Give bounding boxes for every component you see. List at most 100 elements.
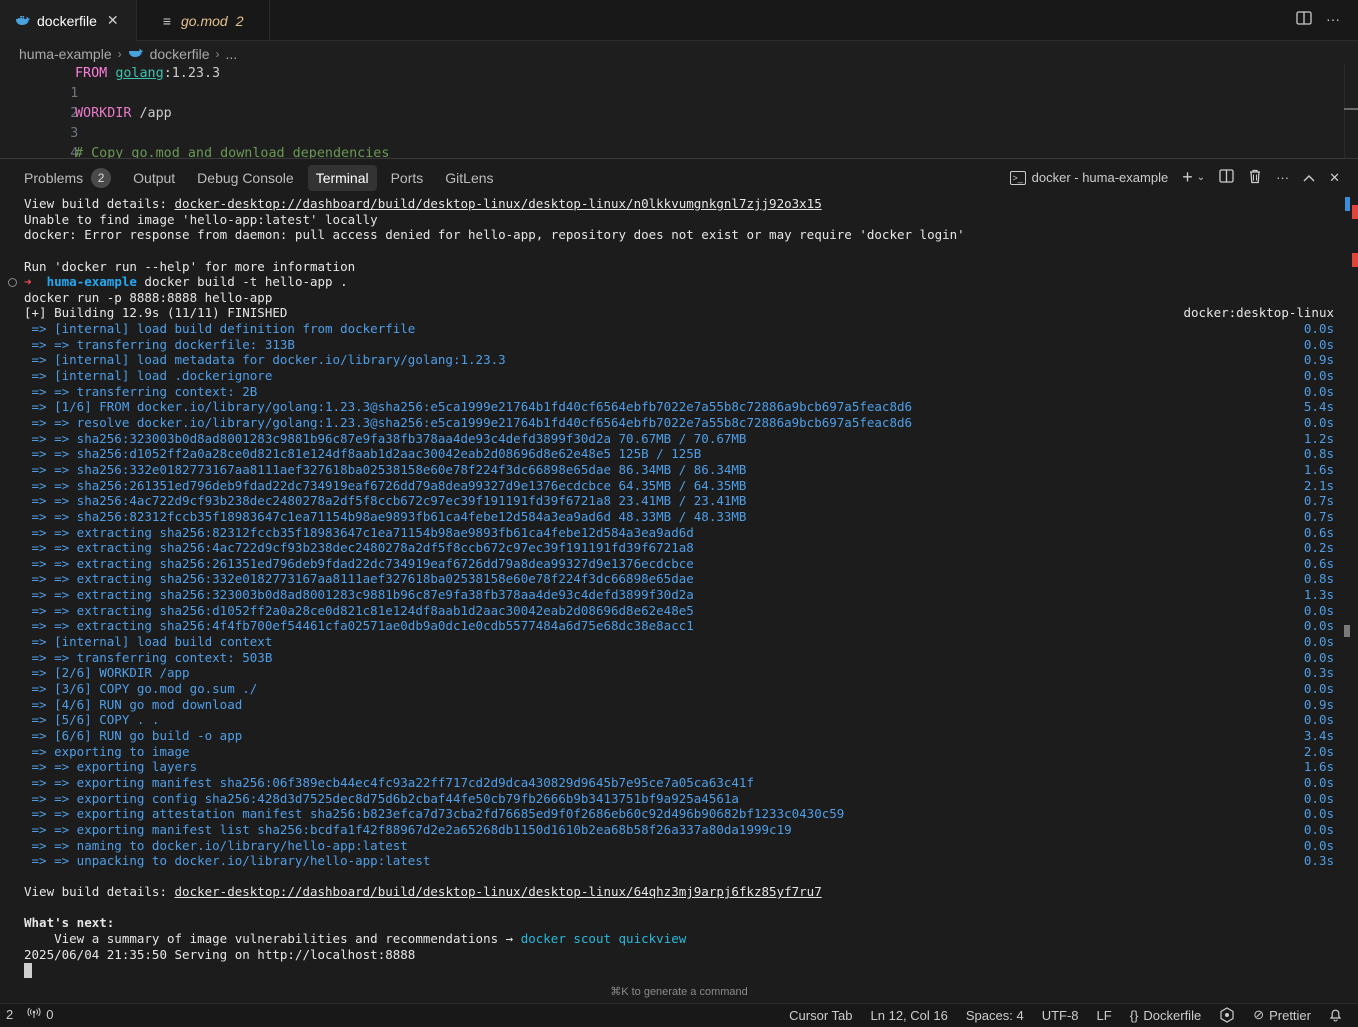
build-step-text: => => extracting sha256:4ac722d9cf93b238… [24, 540, 694, 556]
terminal-line: What's next: [24, 915, 115, 930]
build-step-time: 0.0s [1303, 367, 1334, 383]
build-step-line: => => transferring dockerfile: 313B 0.0s [24, 337, 1334, 353]
breadcrumb-ellipsis[interactable]: ... [226, 46, 238, 62]
braces-icon: {} [1129, 1007, 1139, 1023]
tab-debug-console[interactable]: Debug Console [189, 165, 302, 191]
generate-command-hint: ⌘K to generate a command [610, 986, 748, 998]
build-step-line: => => extracting sha256:323003b0d8ad8001… [24, 587, 1334, 603]
tab-gitlens[interactable]: GitLens [437, 165, 501, 191]
build-step-text: => => exporting attestation manifest sha… [24, 806, 845, 822]
build-step-time: 1.6s [1303, 461, 1334, 477]
build-step-text: => [1/6] FROM docker.io/library/golang:1… [24, 399, 913, 415]
line-ending[interactable]: LF [1097, 1008, 1112, 1023]
new-terminal-icon[interactable]: + [1182, 167, 1193, 188]
more-actions-icon[interactable]: ··· [1276, 170, 1289, 185]
terminal-name: docker - huma-example [1031, 170, 1169, 185]
build-step-text: => [6/6] RUN go build -o app [24, 727, 243, 743]
tab-problems[interactable]: Problems 2 [16, 165, 119, 191]
tab-output[interactable]: Output [125, 165, 183, 191]
build-step-line: => [internal] load build definition from… [24, 321, 1334, 337]
split-terminal-icon[interactable] [1219, 169, 1234, 186]
extension-icon[interactable] [1219, 1007, 1235, 1023]
tab-go-mod[interactable]: ≡ go.mod 2 [138, 0, 270, 41]
language-mode[interactable]: {} Dockerfile [1130, 1008, 1201, 1023]
prettier-disabled-icon: ⊘ [1253, 1007, 1265, 1022]
cursor-position[interactable]: Ln 12, Col 16 [871, 1008, 948, 1023]
breadcrumb-folder[interactable]: huma-example [19, 46, 112, 62]
maximize-panel-icon[interactable] [1303, 170, 1315, 185]
ports-status[interactable]: 0 [27, 1007, 53, 1022]
tab-terminal[interactable]: Terminal [307, 165, 377, 191]
code-line: 4 [0, 124, 1340, 158]
terminal-selector[interactable]: >_ docker - huma-example [1009, 170, 1169, 185]
code-line: 5 # Copy go.mod and download dependencie… [0, 144, 1340, 158]
build-step-text: => [internal] load metadata for docker.i… [24, 352, 506, 368]
file-lines-icon: ≡ [162, 12, 172, 29]
terminal-output[interactable]: View build details: docker-desktop://das… [0, 195, 1340, 985]
docker-icon [14, 15, 32, 27]
status-count[interactable]: 2 [6, 1007, 13, 1022]
problem-count-badge: 2 [235, 12, 244, 29]
command: docker build -t hello-app . [136, 274, 348, 289]
close-icon[interactable]: ✕ [107, 12, 119, 29]
more-actions-icon[interactable]: ··· [1326, 11, 1340, 28]
build-step-time: 0.0s [1303, 774, 1334, 790]
build-details-link[interactable]: docker-desktop://dashboard/build/desktop… [175, 196, 822, 211]
build-step-line: => => extracting sha256:261351ed796deb9f… [24, 556, 1334, 572]
cursor-tab-status[interactable]: Cursor Tab [789, 1008, 852, 1023]
prompt-arrow-icon: ➜ [24, 274, 32, 289]
terminal-prompt: ➜ huma-example docker build -t hello-app… [24, 274, 1334, 290]
prettier-status[interactable]: ⊘ Prettier [1253, 1007, 1311, 1023]
build-step-line: => => exporting layers 1.6s [24, 759, 1334, 775]
build-step-text: => => unpacking to docker.io/library/hel… [24, 853, 431, 869]
build-step-line: => => sha256:323003b0d8ad8001283c9881b96… [24, 431, 1334, 447]
keyword: WORKDIR [75, 106, 132, 121]
bell-icon[interactable] [1329, 1008, 1342, 1022]
chevron-down-icon[interactable]: ⌄ [1197, 172, 1205, 183]
build-details-link[interactable]: docker-desktop://dashboard/build/desktop… [175, 884, 822, 899]
panel-tabs: Problems 2 Output Debug Console Terminal … [16, 165, 508, 191]
build-step-time: 5.4s [1303, 399, 1334, 415]
build-step-line: => => extracting sha256:d1052ff2a0a28ce0… [24, 603, 1334, 619]
terminal-scrollbar[interactable] [1342, 195, 1358, 1005]
tab-ports[interactable]: Ports [383, 165, 432, 191]
ports-count: 0 [46, 1007, 54, 1022]
build-step-line: => => extracting sha256:82312fccb35f1898… [24, 525, 1334, 541]
build-step-time: 0.3s [1303, 853, 1334, 869]
build-step-text: => => extracting sha256:d1052ff2a0a28ce0… [24, 602, 694, 618]
close-panel-icon[interactable]: ✕ [1329, 170, 1340, 186]
build-step-text: => => extracting sha256:261351ed796deb9f… [24, 555, 694, 571]
build-step-text: => => sha256:d1052ff2a0a28ce0d821c81e124… [24, 446, 702, 462]
image-link[interactable]: golang [115, 66, 163, 81]
build-step-text: => => sha256:323003b0d8ad8001283c9881b96… [24, 430, 747, 446]
command-status-icon[interactable] [8, 278, 17, 287]
trash-icon[interactable] [1248, 169, 1262, 187]
build-step-line: => => unpacking to docker.io/library/hel… [24, 853, 1334, 869]
encoding[interactable]: UTF-8 [1042, 1008, 1079, 1023]
split-editor-icon[interactable] [1296, 11, 1312, 28]
keyword: FROM [75, 66, 108, 81]
text: [+] Building 12.9s (11/11) FINISHED [24, 305, 288, 320]
build-step-time: 0.9s [1303, 352, 1334, 368]
build-step-text: => => transferring context: 503B [24, 649, 273, 665]
breadcrumb-file[interactable]: dockerfile [150, 46, 210, 62]
build-step-time: 0.0s [1303, 414, 1334, 430]
build-step-line: => [5/6] COPY . . 0.0s [24, 712, 1334, 728]
code-editor[interactable]: 1 FROM golang:1.23.3 2 3 WORKDIR /app 4 … [0, 64, 1358, 158]
tab-dockerfile[interactable]: dockerfile ✕ [0, 0, 137, 41]
build-step-text: => => extracting sha256:4f4fb700ef54461c… [24, 618, 694, 634]
builder-name: docker:desktop-linux [1183, 305, 1334, 320]
editor-scrollbar[interactable] [1344, 64, 1358, 158]
build-step-time: 1.6s [1303, 759, 1334, 775]
indentation[interactable]: Spaces: 4 [966, 1008, 1024, 1023]
build-step-time: 2.1s [1303, 477, 1334, 493]
breadcrumb: huma-example › dockerfile › ... [19, 44, 237, 64]
terminal-line: View build details: docker-desktop://das… [24, 196, 1334, 212]
terminal-cursor [24, 963, 32, 978]
image-tag: :1.23.3 [163, 66, 221, 81]
build-step-time: 0.0s [1303, 680, 1334, 696]
text: View build details: [24, 884, 175, 899]
build-step-time: 0.3s [1303, 665, 1334, 681]
scout-command[interactable]: docker scout quickview [521, 931, 687, 946]
build-step-time: 0.0s [1303, 712, 1334, 728]
